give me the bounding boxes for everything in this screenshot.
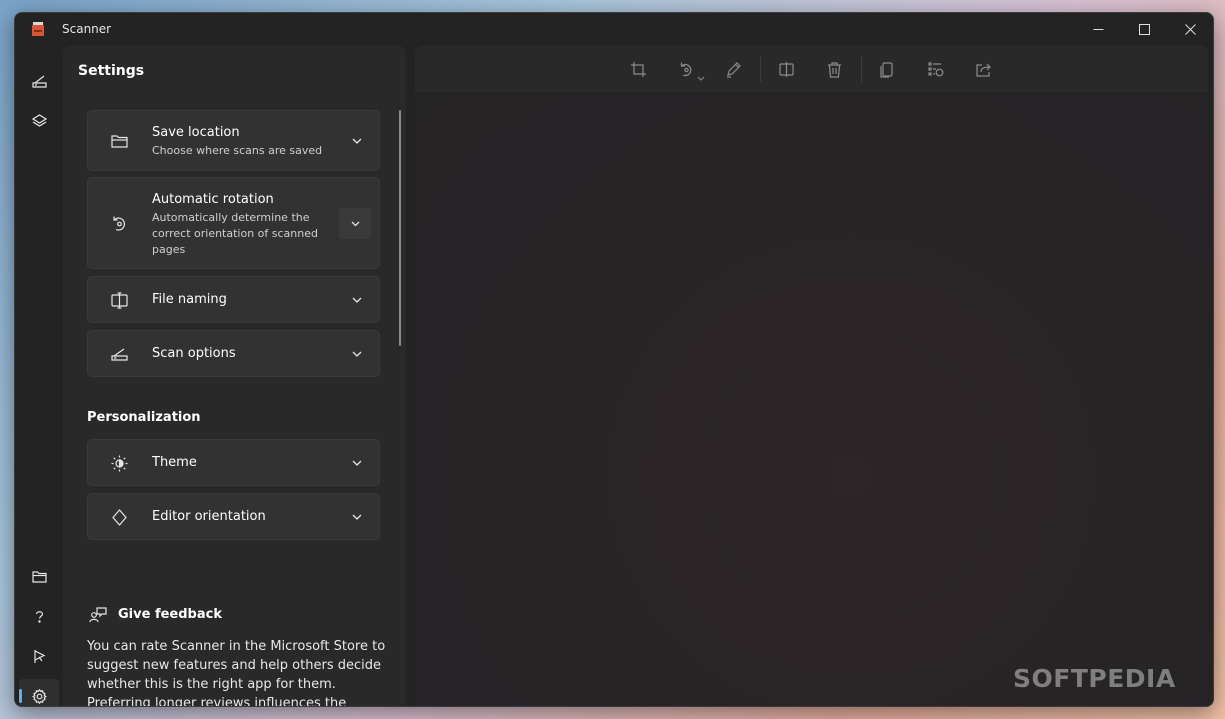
help-icon <box>35 610 43 623</box>
list-info-icon <box>927 61 943 76</box>
feedback-icon <box>89 607 107 623</box>
save-location-title: Save location <box>152 125 240 140</box>
theme-card[interactable]: Theme <box>87 439 380 486</box>
settings-scrollbar[interactable] <box>399 110 401 346</box>
window-title: Scanner <box>62 22 112 36</box>
nav-open-folder-button[interactable] <box>19 559 59 593</box>
rotate-icon <box>680 62 691 76</box>
save-location-desc: Choose where scans are saved <box>152 144 323 157</box>
scan-options-card[interactable]: Scan options <box>87 330 380 377</box>
copy-icon <box>879 61 893 78</box>
scanner-app-icon <box>32 22 44 36</box>
brightness-icon <box>111 455 128 472</box>
nav-help-button[interactable] <box>19 599 59 633</box>
trash-icon <box>827 61 841 78</box>
automatic-rotation-title: Automatic rotation <box>152 192 274 207</box>
scan-options-title: Scan options <box>152 346 236 361</box>
share-icon <box>975 63 991 77</box>
close-button[interactable] <box>1167 13 1213 45</box>
nav-tour-button[interactable] <box>19 639 59 673</box>
editor-toolbar <box>415 46 1208 93</box>
chevron-down-icon <box>352 460 362 466</box>
delete-button[interactable] <box>819 57 849 81</box>
share-button[interactable] <box>968 57 998 81</box>
pen-icon <box>726 61 741 78</box>
split-page-button[interactable] <box>771 57 801 81</box>
chevron-down-icon <box>351 221 359 227</box>
nav-scan-button[interactable] <box>19 64 59 98</box>
automatic-rotation-card[interactable]: Automatic rotation Automatically determi… <box>87 177 380 269</box>
editor-orientation-card[interactable]: Editor orientation <box>87 493 380 540</box>
settings-panel: Settings Save location Choose where scan… <box>63 46 406 706</box>
caption-buttons <box>1075 13 1213 45</box>
editor-area <box>415 46 1208 706</box>
crop-button[interactable] <box>623 57 653 81</box>
folder-icon <box>31 570 47 583</box>
draw-button[interactable] <box>718 57 748 81</box>
save-location-card[interactable]: Save location Choose where scans are sav… <box>87 110 380 171</box>
theme-title: Theme <box>152 455 197 470</box>
scanner-icon <box>111 348 128 361</box>
split-icon <box>778 61 794 77</box>
nav-layers-button[interactable] <box>19 104 59 138</box>
maximize-button[interactable] <box>1121 13 1167 45</box>
rotate-icon <box>113 216 126 231</box>
file-naming-card[interactable]: File naming <box>87 276 380 323</box>
gear-icon <box>31 688 47 704</box>
chevron-down-icon <box>352 138 362 144</box>
scanner-icon <box>31 75 47 88</box>
diamond-icon <box>112 509 127 526</box>
watermark: SOFTPEDIA <box>1013 664 1176 693</box>
layers-icon <box>31 113 47 127</box>
crop-icon <box>630 61 646 77</box>
editor-orientation-title: Editor orientation <box>152 509 266 524</box>
maximize-icon <box>1138 23 1150 35</box>
give-feedback-title: Give feedback <box>118 607 222 622</box>
page-info-button[interactable] <box>920 57 950 81</box>
folder-icon <box>111 135 128 148</box>
automatic-rotation-expand-button[interactable] <box>339 208 371 239</box>
automatic-rotation-desc: Automatically determine the correct orie… <box>152 211 318 256</box>
file-naming-icon <box>111 292 128 309</box>
tour-icon <box>33 649 45 663</box>
chevron-down-icon <box>352 297 362 303</box>
close-icon <box>1184 23 1196 35</box>
chevron-down-icon <box>352 514 362 520</box>
nav-settings-button[interactable] <box>19 679 59 706</box>
minimize-icon <box>1093 28 1103 30</box>
nav-rail <box>15 45 63 706</box>
app-window: Scanner Settings Save location Choose wh… <box>14 12 1214 707</box>
copy-button[interactable] <box>872 57 902 81</box>
minimize-button[interactable] <box>1075 13 1121 45</box>
personalization-header: Personalization <box>87 410 201 425</box>
rotate-dropdown-chevron-icon[interactable] <box>697 76 705 82</box>
chevron-down-icon <box>352 351 362 357</box>
title-bar[interactable]: Scanner <box>15 13 1213 45</box>
give-feedback-text: You can rate Scanner in the Microsoft St… <box>87 639 386 706</box>
settings-title: Settings <box>78 63 145 79</box>
file-naming-title: File naming <box>152 292 227 307</box>
